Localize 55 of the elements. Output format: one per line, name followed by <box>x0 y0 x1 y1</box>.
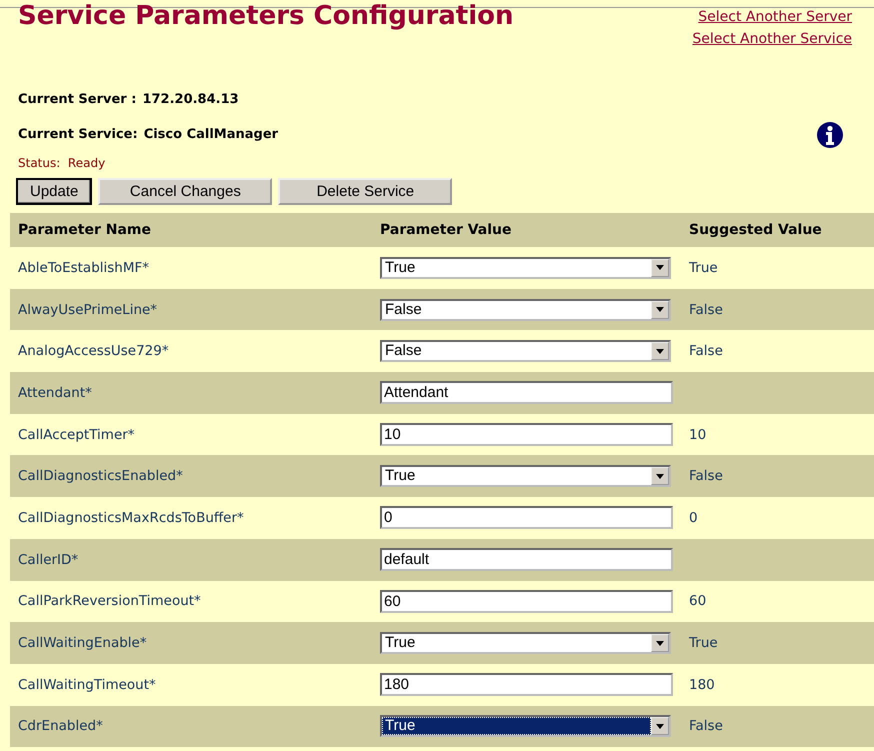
caret-icon[interactable] <box>656 474 664 479</box>
nav-link[interactable]: Select Another Server <box>698 9 852 25</box>
value-field[interactable]: default <box>380 548 673 572</box>
suggested-value: False <box>689 302 723 318</box>
caret-icon[interactable] <box>656 348 664 354</box>
caret-icon[interactable] <box>656 640 664 646</box>
suggested-value: 60 <box>689 593 706 610</box>
parameter-name: CallDiagnosticsMaxRcdsToBuffer* <box>18 510 244 526</box>
status-text: Status: Ready <box>18 156 106 170</box>
parameter-name: AnalogAccessUse729* <box>18 343 169 360</box>
caret-icon[interactable] <box>656 724 664 729</box>
value-dropdown[interactable]: True <box>380 715 671 738</box>
parameter-name: CdrEnabled* <box>18 718 103 734</box>
service-name: Cisco CallManager <box>144 127 278 142</box>
suggested-value: False <box>689 343 723 360</box>
column-header: Suggested Value <box>681 213 874 247</box>
parameter-name: Attendant* <box>18 384 92 401</box>
value-field[interactable]: 60 <box>380 590 673 613</box>
value-dropdown[interactable]: False <box>380 298 671 321</box>
parameter-name: AbleToEstablishMF* <box>18 260 150 276</box>
page-title: Service Parameters Configuration <box>18 0 514 33</box>
value-dropdown[interactable]: True <box>380 632 671 654</box>
suggested-value: True <box>689 635 718 652</box>
action-button[interactable]: Update <box>16 178 92 205</box>
column-header: Parameter Name <box>10 213 372 247</box>
suggested-value: False <box>689 718 723 734</box>
parameter-name: CallWaitingEnable* <box>18 635 147 652</box>
parameter-name: CallParkReversionTimeout* <box>18 593 201 610</box>
suggested-value: False <box>689 468 723 484</box>
suggested-value: 10 <box>689 426 706 443</box>
caret-icon[interactable] <box>656 265 664 270</box>
parameter-name: CallerID* <box>18 552 78 568</box>
service-label: Current Service: <box>18 127 138 142</box>
server-label: Current Server : <box>18 92 136 107</box>
parameter-name: AlwayUsePrimeLine* <box>18 302 158 318</box>
server-address: 172.20.84.13 <box>142 92 239 107</box>
nav-link[interactable]: Select Another Service <box>692 31 852 47</box>
parameter-name: CallAcceptTimer* <box>18 426 135 443</box>
parameter-name: CallDiagnosticsEnabled* <box>18 468 183 484</box>
parameter-name: CallWaitingTimeout* <box>18 676 156 693</box>
value-field[interactable]: Attendant <box>380 381 673 404</box>
value-field[interactable]: 180 <box>380 673 673 696</box>
suggested-value: True <box>689 260 718 276</box>
value-dropdown[interactable]: False <box>380 340 671 362</box>
value-field[interactable]: 10 <box>380 423 673 446</box>
info-icon[interactable] <box>816 120 844 148</box>
action-button[interactable]: Cancel Changes <box>98 178 272 205</box>
value-field[interactable]: 0 <box>380 506 673 530</box>
suggested-value: 0 <box>689 510 698 526</box>
value-dropdown[interactable]: True <box>380 256 671 279</box>
action-button[interactable]: Delete Service <box>278 178 452 205</box>
column-header: Parameter Value <box>372 213 681 247</box>
value-dropdown[interactable]: True <box>380 465 671 488</box>
caret-icon[interactable] <box>656 307 664 312</box>
suggested-value: 180 <box>689 676 715 693</box>
